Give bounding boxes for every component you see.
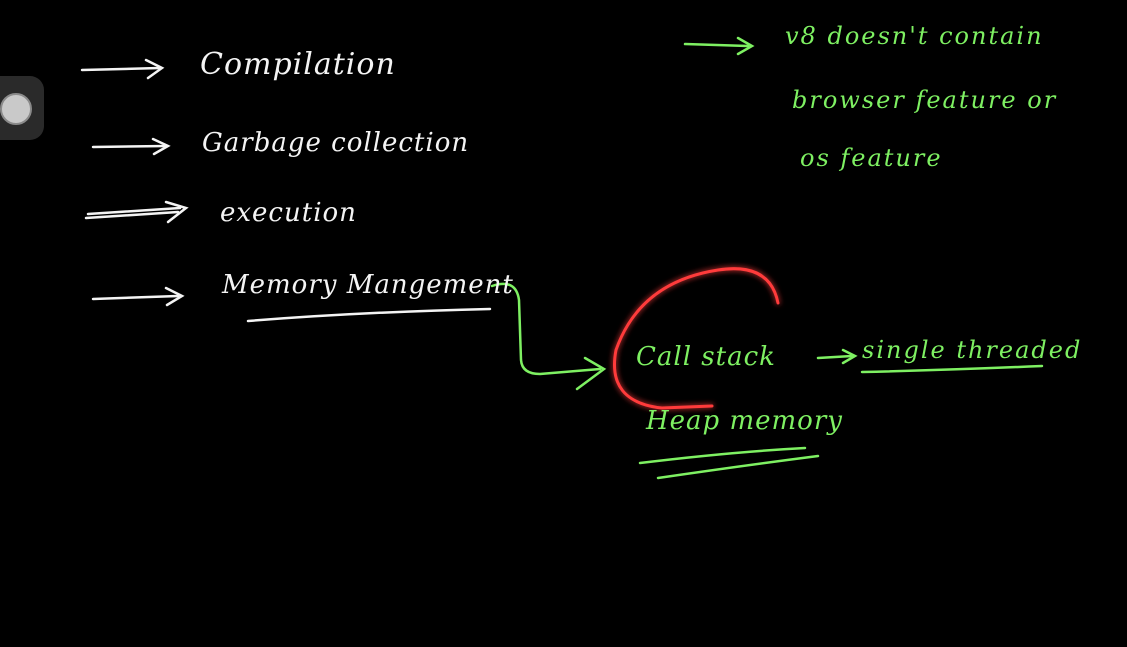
note-garbage-collection: Garbage collection: [202, 128, 470, 158]
arrow-garbage-collection: [91, 137, 171, 156]
underline-memory-management: [246, 307, 492, 323]
note-v8-line2: browser feature or: [792, 86, 1058, 114]
note-memory-management: Memory Mangement: [222, 270, 514, 300]
note-compilation: Compilation: [200, 47, 396, 82]
arrow-compilation: [80, 58, 165, 80]
note-execution: execution: [220, 198, 357, 228]
connector-arrowhead: [575, 356, 607, 391]
arrow-execution: [84, 200, 189, 224]
arrow-single-threaded: [816, 348, 858, 365]
arrow-memory-management: [91, 286, 185, 307]
note-heap-memory: Heap memory: [646, 406, 843, 436]
note-call-stack: Call stack: [636, 342, 776, 372]
note-v8-line1: v8 doesn't contain: [785, 22, 1044, 50]
whiteboard-canvas[interactable]: Compilation Garbage collection execution…: [0, 0, 1127, 647]
highlight-arc: [613, 267, 780, 410]
note-v8-line3: os feature: [800, 144, 943, 172]
arrow-v8: [683, 36, 755, 56]
note-single-threaded: single threaded: [862, 336, 1083, 364]
underline-single-threaded: [860, 364, 1044, 374]
